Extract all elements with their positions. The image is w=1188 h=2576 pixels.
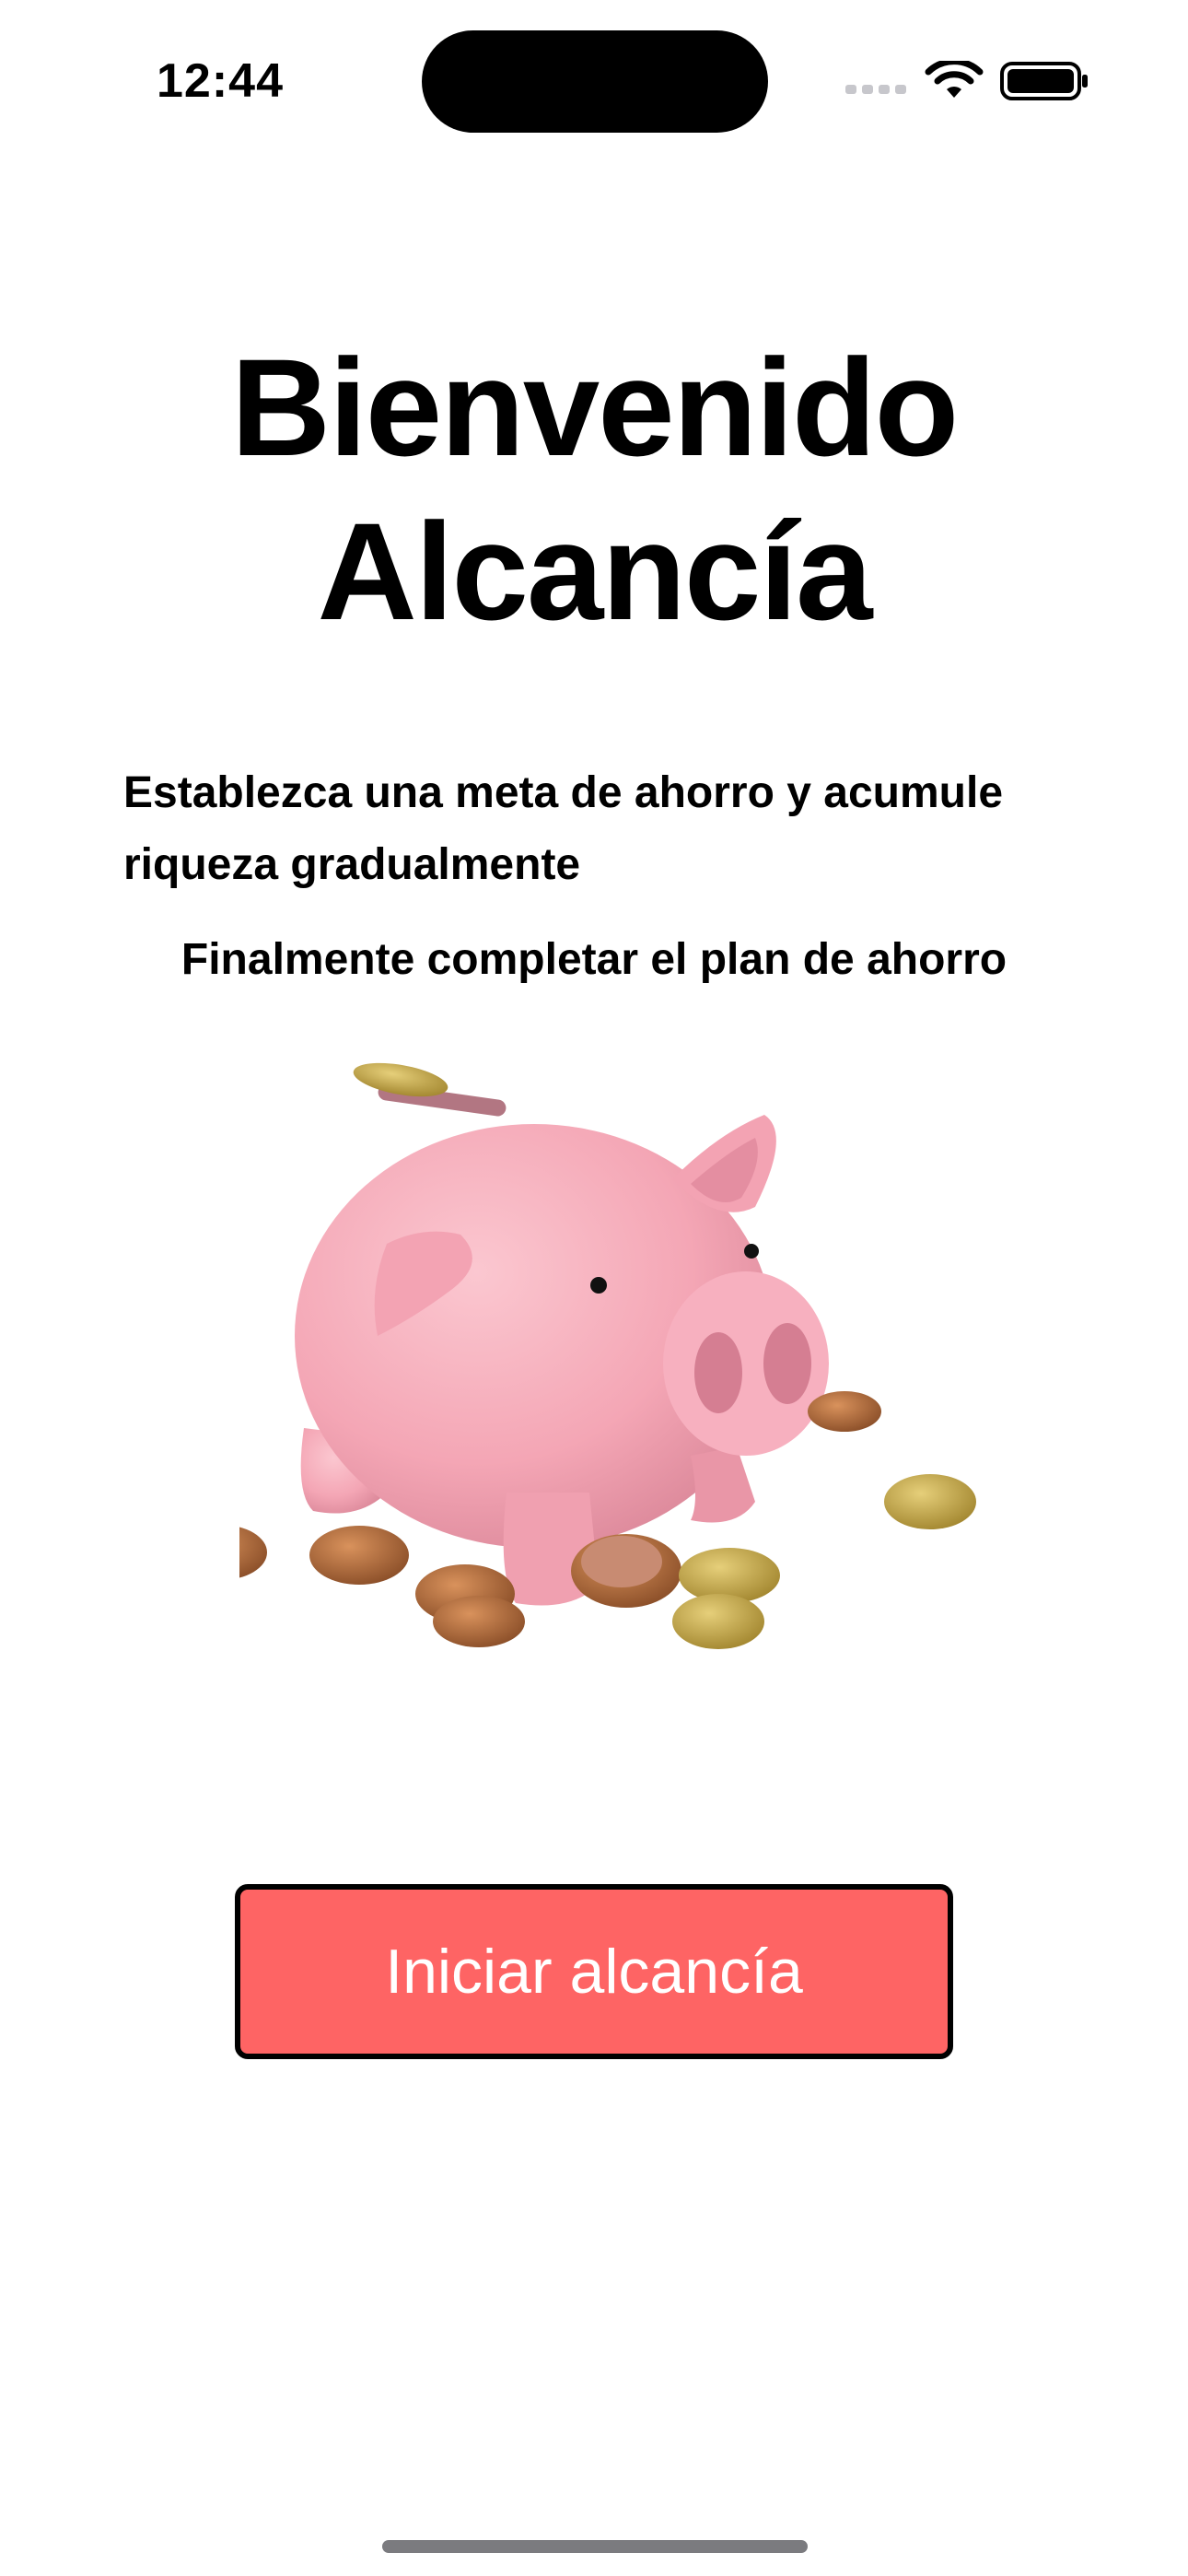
dynamic-island xyxy=(422,30,768,133)
cellular-signal-icon xyxy=(845,85,906,94)
welcome-subtitle: Establezca una meta de ahorro y acumule … xyxy=(123,768,1004,889)
start-piggy-bank-button[interactable]: Iniciar alcancía xyxy=(235,1884,953,2059)
wifi-icon xyxy=(925,61,984,98)
welcome-subtitle-2: Finalmente completar el plan de ahorro xyxy=(181,935,1007,984)
piggy-bank-illustration xyxy=(239,1062,976,1649)
status-time: 12:44 xyxy=(157,54,284,108)
welcome-title-line2: Alcancía xyxy=(317,494,873,649)
battery-icon xyxy=(1000,62,1088,100)
welcome-title-line1: Bienvenido xyxy=(230,330,959,485)
home-indicator[interactable] xyxy=(382,2540,808,2553)
